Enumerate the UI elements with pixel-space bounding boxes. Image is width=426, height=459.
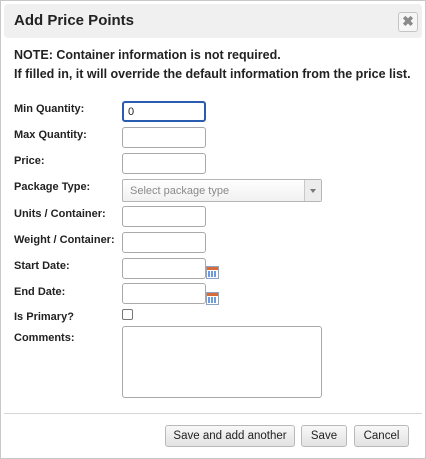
is-primary-label: Is Primary? (14, 311, 74, 323)
max-quantity-label: Max Quantity: (14, 129, 87, 141)
cancel-button[interactable]: Cancel (354, 425, 409, 447)
units-container-input[interactable] (122, 206, 206, 227)
note-line-1: NOTE: Container information is not requi… (14, 48, 281, 62)
comments-label: Comments: (14, 332, 75, 344)
end-date-input[interactable] (122, 283, 206, 304)
min-quantity-label: Min Quantity: (14, 103, 85, 115)
start-date-calendar-icon[interactable] (206, 266, 219, 279)
add-price-points-dialog: Add Price Points ✖ NOTE: Container infor… (0, 0, 426, 459)
close-icon: ✖ (402, 13, 414, 29)
start-date-label: Start Date: (14, 260, 70, 272)
comments-textarea[interactable] (122, 326, 322, 398)
dialog-title: Add Price Points (14, 12, 135, 29)
is-primary-checkbox[interactable] (122, 309, 133, 320)
dialog-titlebar: Add Price Points ✖ (4, 4, 422, 38)
start-date-input[interactable] (122, 258, 206, 279)
end-date-calendar-icon[interactable] (206, 292, 219, 305)
units-container-label: Units / Container: (14, 208, 106, 220)
max-quantity-input[interactable] (122, 127, 206, 148)
save-button[interactable]: Save (301, 425, 347, 447)
package-type-select[interactable]: Select package type (122, 179, 322, 202)
package-type-label: Package Type: (14, 181, 91, 193)
weight-container-label: Weight / Container: (14, 234, 115, 246)
price-label: Price: (14, 155, 45, 167)
end-date-label: End Date: (14, 286, 66, 298)
chevron-down-icon (304, 180, 321, 201)
note-text: NOTE: Container information is not requi… (14, 46, 411, 84)
footer-divider (4, 413, 422, 414)
note-line-2: If filled in, it will override the defau… (14, 67, 411, 81)
save-and-add-another-button[interactable]: Save and add another (165, 425, 295, 447)
package-type-placeholder: Select package type (130, 185, 230, 197)
close-button[interactable]: ✖ (398, 12, 418, 32)
min-quantity-input[interactable] (122, 101, 206, 122)
weight-container-input[interactable] (122, 232, 206, 253)
price-input[interactable] (122, 153, 206, 174)
